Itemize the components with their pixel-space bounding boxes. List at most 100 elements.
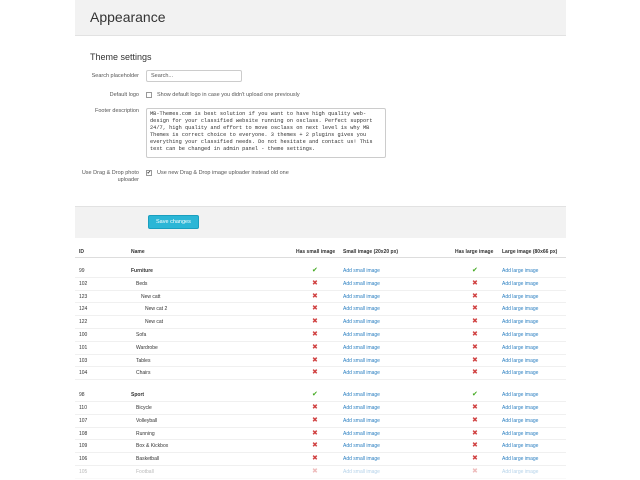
add-small-image-link[interactable]: Add small image xyxy=(343,345,380,351)
row-name: Running xyxy=(136,430,155,437)
add-small-image-link[interactable]: Add small image xyxy=(343,268,380,274)
add-large-image-link[interactable]: Add large image xyxy=(502,319,538,325)
default-logo-text: Show default logo in case you didn't upl… xyxy=(157,92,300,98)
table-row: 122 New cat ✖ Add small image ✖ Add large ima… xyxy=(75,316,566,329)
page-title: Appearance xyxy=(90,9,166,25)
search-placeholder-input[interactable] xyxy=(146,70,242,82)
default-logo-label: Default logo xyxy=(109,92,139,98)
add-large-image-link[interactable]: Add large image xyxy=(502,306,538,312)
add-small-image-link[interactable]: Add small image xyxy=(343,456,380,462)
cross-icon: ✖ xyxy=(312,343,318,351)
row-id: 103 xyxy=(79,357,88,364)
add-large-image-link[interactable]: Add large image xyxy=(502,431,538,437)
add-small-image-link[interactable]: Add small image xyxy=(343,405,380,411)
table-row: 102 Beds ✖ Add small image ✖ Add large image xyxy=(75,278,566,291)
cross-icon: ✖ xyxy=(312,455,318,463)
table-row: 105 Football ✖ Add small image ✖ Add large im… xyxy=(75,466,566,479)
add-large-image-link[interactable]: Add large image xyxy=(502,294,538,300)
header-small-image: Small image (20x20 px) xyxy=(343,249,399,255)
cross-icon: ✖ xyxy=(472,356,478,364)
add-large-image-link[interactable]: Add large image xyxy=(502,443,538,449)
section-title: Theme settings xyxy=(90,52,152,62)
add-large-image-link[interactable]: Add large image xyxy=(502,418,538,424)
add-small-image-link[interactable]: Add small image xyxy=(343,443,380,449)
add-large-image-link[interactable]: Add large image xyxy=(502,268,538,274)
add-small-image-link[interactable]: Add small image xyxy=(343,418,380,424)
table-header: ID Name Has small image Small image (20x… xyxy=(75,245,566,258)
cross-icon: ✖ xyxy=(312,404,318,411)
cross-icon: ✖ xyxy=(472,442,478,450)
row-name: Sport xyxy=(131,392,145,399)
table-row: 123 New catt ✖ Add small image ✖ Add large im… xyxy=(75,291,566,304)
add-small-image-link[interactable]: Add small image xyxy=(343,332,380,338)
header-name: Name xyxy=(131,249,145,255)
table-row: 109 Box & Kickbox ✖ Add small image ✖ Add lar… xyxy=(75,440,566,454)
footer-description-label: Footer description xyxy=(94,108,139,114)
row-id: 110 xyxy=(79,405,87,411)
cross-icon: ✖ xyxy=(472,331,478,338)
add-large-image-link[interactable]: Add large image xyxy=(502,392,538,398)
action-bar: Save changes xyxy=(75,206,566,238)
row-id: 105 xyxy=(79,469,88,475)
cross-icon: ✖ xyxy=(312,305,318,313)
row-id: 98 xyxy=(79,392,85,399)
add-large-image-link[interactable]: Add large image xyxy=(502,332,538,338)
cross-icon: ✖ xyxy=(472,279,478,287)
add-large-image-link[interactable]: Add large image xyxy=(502,405,538,411)
table-row: 103 Tables ✖ Add small image ✖ Add large imag… xyxy=(75,355,566,368)
cross-icon: ✖ xyxy=(472,416,478,424)
default-logo-option[interactable]: Show default logo in case you didn't upl… xyxy=(146,92,300,98)
row-id: 108 xyxy=(79,430,88,437)
cross-icon: ✖ xyxy=(472,292,478,300)
cross-icon: ✖ xyxy=(472,455,478,463)
add-small-image-link[interactable]: Add small image xyxy=(343,469,380,475)
add-large-image-link[interactable]: Add large image xyxy=(502,469,538,475)
row-name: Bicycle xyxy=(136,405,152,411)
add-large-image-link[interactable]: Add large image xyxy=(502,456,538,462)
add-small-image-link[interactable]: Add small image xyxy=(343,306,380,312)
add-large-image-link[interactable]: Add large image xyxy=(502,370,538,376)
row-name: Chairs xyxy=(136,370,151,377)
table-row: 104 Chairs ✖ Add small image ✖ Add large imag… xyxy=(75,367,566,381)
add-small-image-link[interactable]: Add small image xyxy=(343,358,380,364)
row-id: 99 xyxy=(79,268,85,274)
table-row: 110 Bicycle ✖ Add small image ✖ Add large ima… xyxy=(75,402,566,415)
row-name: Football xyxy=(136,469,154,475)
add-small-image-link[interactable]: Add small image xyxy=(343,294,380,300)
cross-icon: ✖ xyxy=(472,429,478,437)
table-row: 98 Sport ✔ Add small image ✔ Add large image xyxy=(75,389,566,402)
dnd-uploader-text: Use new Drag & Drop image uploader inste… xyxy=(157,170,289,176)
header-id: ID xyxy=(79,249,84,255)
dnd-uploader-checkbox[interactable]: ✔ xyxy=(146,170,152,176)
add-small-image-link[interactable]: Add small image xyxy=(343,392,380,398)
add-small-image-link[interactable]: Add small image xyxy=(343,431,380,437)
cross-icon: ✖ xyxy=(472,318,478,326)
row-id: 124 xyxy=(79,306,88,313)
check-icon: ✔ xyxy=(472,391,478,399)
cross-icon: ✖ xyxy=(472,369,478,377)
row-id: 102 xyxy=(79,280,88,287)
add-small-image-link[interactable]: Add small image xyxy=(343,281,380,287)
row-name: Furniture xyxy=(131,268,153,274)
default-logo-checkbox[interactable] xyxy=(146,92,152,98)
check-icon: ✔ xyxy=(312,391,318,399)
add-large-image-link[interactable]: Add large image xyxy=(502,358,538,364)
add-large-image-link[interactable]: Add large image xyxy=(502,281,538,287)
add-small-image-link[interactable]: Add small image xyxy=(343,370,380,376)
row-name: New cat xyxy=(145,319,164,326)
table-row: 106 Basketball ✖ Add small image ✖ Add large … xyxy=(75,453,566,466)
dnd-uploader-option[interactable]: ✔ Use new Drag & Drop image uploader ins… xyxy=(146,170,289,176)
table-row: 99 Furniture ✔ Add small image ✔ Add large im… xyxy=(75,265,566,278)
add-large-image-link[interactable]: Add large image xyxy=(502,345,538,351)
save-changes-button[interactable]: Save changes xyxy=(148,215,199,229)
row-name: Beds xyxy=(136,280,148,287)
checkmark-icon: ✔ xyxy=(146,169,152,176)
table-row: 107 Volleyball ✖ Add small image ✖ Add large … xyxy=(75,415,566,428)
page-header: Appearance xyxy=(75,0,566,36)
header-has-small: Has small image xyxy=(296,249,336,255)
header-large-image: Large image (80x66 px) xyxy=(502,249,558,255)
cross-icon: ✖ xyxy=(312,331,318,338)
footer-description-textarea[interactable]: MB-Themes.com is best solution if you wa… xyxy=(146,108,386,158)
cross-icon: ✖ xyxy=(312,468,318,475)
add-small-image-link[interactable]: Add small image xyxy=(343,319,380,325)
